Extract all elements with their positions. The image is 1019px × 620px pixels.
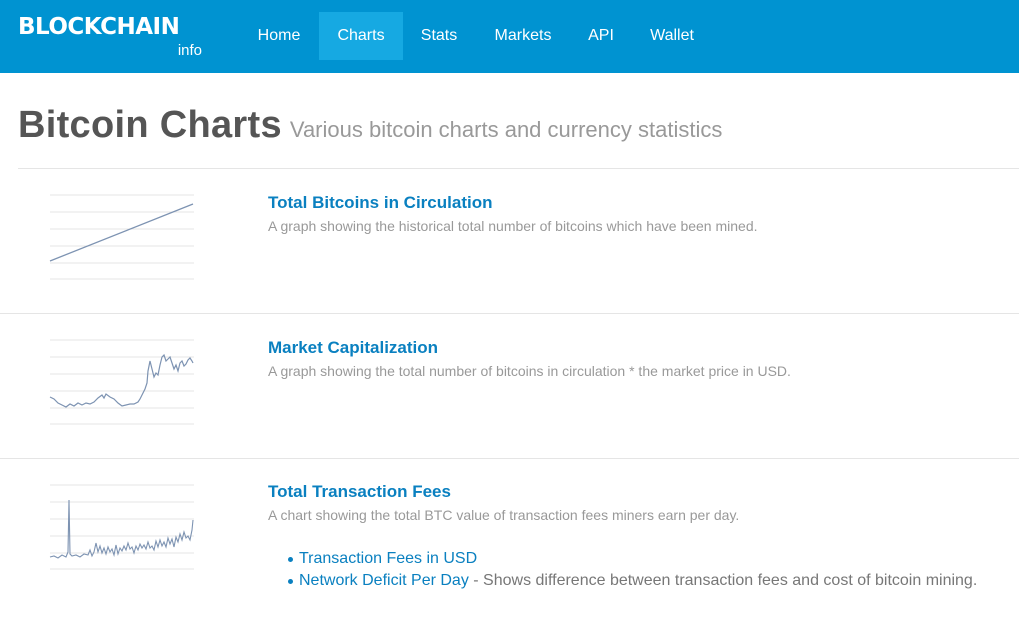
nav-stats[interactable]: Stats (405, 12, 473, 60)
bullet-icon (288, 579, 293, 584)
link-description: - Shows difference between transaction f… (468, 572, 978, 589)
chart-description: A graph showing the total number of bitc… (268, 363, 791, 379)
chart-link-transaction-fees[interactable]: Total Transaction Fees (268, 482, 451, 502)
link-network-deficit[interactable]: Network Deficit Per Day (299, 572, 469, 589)
chart-description: A chart showing the total BTC value of t… (268, 507, 740, 523)
thumbnail-total-bitcoins[interactable] (48, 192, 196, 282)
chart-link-total-bitcoins[interactable]: Total Bitcoins in Circulation (268, 193, 492, 213)
chart-link-market-cap[interactable]: Market Capitalization (268, 338, 438, 358)
transaction-fees-sublinks: Transaction Fees in USD Network Deficit … (268, 548, 977, 592)
bullet-icon (288, 557, 293, 562)
link-transaction-fees-usd[interactable]: Transaction Fees in USD (299, 550, 477, 567)
nav-home[interactable]: Home (243, 12, 315, 60)
thumbnail-transaction-fees[interactable] (48, 482, 196, 572)
row-divider (0, 313, 1019, 314)
nav-markets[interactable]: Markets (479, 12, 567, 60)
logo-subtext: info (177, 42, 202, 59)
nav-wallet[interactable]: Wallet (635, 12, 709, 60)
logo-text: BLOCKCHAIN (18, 14, 180, 40)
nav-charts[interactable]: Charts (319, 12, 403, 60)
page-subtitle: Various bitcoin charts and currency stat… (289, 117, 723, 142)
page-heading: Bitcoin Charts Various bitcoin charts and… (18, 104, 722, 147)
page-title: Bitcoin Charts (18, 104, 282, 146)
blockchain-logo[interactable]: BLOCKCHAIN info (18, 14, 204, 62)
title-divider (18, 168, 1019, 169)
nav-api[interactable]: API (575, 12, 627, 60)
list-item: Network Deficit Per Day - Shows differen… (268, 570, 977, 592)
thumbnail-market-cap[interactable] (48, 337, 196, 427)
top-navbar: BLOCKCHAIN info Home Charts Stats Market… (0, 0, 1019, 73)
row-divider (0, 458, 1019, 459)
list-item: Transaction Fees in USD (268, 548, 977, 570)
chart-description: A graph showing the historical total num… (268, 218, 758, 234)
